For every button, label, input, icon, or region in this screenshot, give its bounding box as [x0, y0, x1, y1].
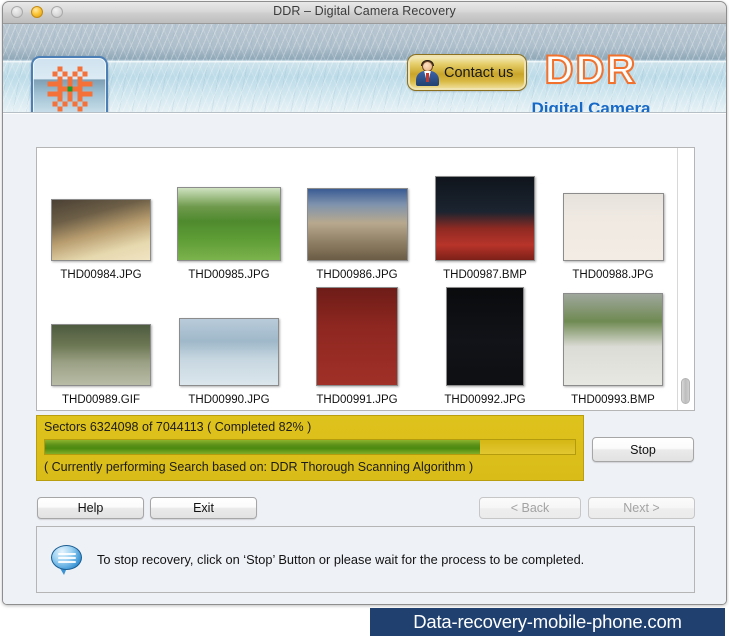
- thumbnail-image[interactable]: [179, 318, 279, 386]
- help-button[interactable]: Help: [37, 497, 144, 519]
- thumbnail-item[interactable]: THD00988.JPG: [549, 156, 677, 281]
- info-message: To stop recovery, click on ‘Stop’ Button…: [97, 552, 585, 567]
- thumbnail-item[interactable]: THD00992.JPG: [421, 281, 549, 406]
- scrollbar-thumb[interactable]: [681, 378, 690, 404]
- watermark-text: Data-recovery-mobile-phone.com: [413, 611, 682, 632]
- exit-button[interactable]: Exit: [150, 497, 257, 519]
- vertical-scrollbar[interactable]: [677, 148, 694, 410]
- thumbnail-item[interactable]: THD00985.JPG: [165, 156, 293, 281]
- ddr-app-icon: [31, 56, 108, 112]
- main-content: THD00984.JPG THD00985.JPG THD00986.JPG THD0…: [3, 113, 726, 604]
- speech-bubble-icon: [51, 544, 84, 575]
- thumbnail-filename: THD00988.JPG: [572, 269, 654, 281]
- thumbnail-filename: THD00984.JPG: [60, 269, 142, 281]
- thumbnail-filename: THD00992.JPG: [444, 394, 526, 406]
- app-window: DDR – Digital Camera Recovery Contact us…: [2, 1, 727, 605]
- thumbnail-item[interactable]: THD00989.GIF: [37, 281, 165, 406]
- thumbnail-image[interactable]: [51, 199, 151, 261]
- thumbnail-image[interactable]: [446, 287, 524, 386]
- thumbnail-image[interactable]: [306, 188, 408, 261]
- progress-panel: Sectors 6324098 of 7044113 ( Completed 8…: [36, 415, 584, 481]
- thumbnail-image[interactable]: [563, 293, 663, 386]
- thumbnail-row: THD00984.JPG THD00985.JPG THD00986.JPG THD0…: [37, 156, 677, 281]
- info-panel: To stop recovery, click on ‘Stop’ Button…: [36, 526, 695, 593]
- thumbnail-filename: THD00985.JPG: [188, 269, 270, 281]
- site-watermark: Data-recovery-mobile-phone.com: [370, 608, 725, 636]
- window-title: DDR – Digital Camera Recovery: [273, 4, 456, 18]
- thumbnail-image[interactable]: [562, 193, 664, 261]
- thumbnail-filename: THD00989.GIF: [62, 394, 140, 406]
- thumbnail-filename: THD00987.BMP: [443, 269, 527, 281]
- brand-subtitle: Digital Camera: [531, 99, 651, 113]
- thumbnail-item[interactable]: THD00993.BMP: [549, 281, 677, 406]
- app-icon-pattern: [47, 66, 92, 111]
- brand-logo: DDR Digital Camera: [506, 48, 676, 113]
- thumbnail-filename: THD00993.BMP: [571, 394, 655, 406]
- next-button[interactable]: Next >: [588, 497, 695, 519]
- brand-title: DDR: [544, 48, 638, 92]
- progress-bar-fill: [45, 440, 480, 454]
- thumbnail-item[interactable]: THD00986.JPG: [293, 156, 421, 281]
- thumbnail-panel: THD00984.JPG THD00985.JPG THD00986.JPG THD0…: [36, 147, 695, 411]
- contact-us-label: Contact us: [444, 64, 514, 81]
- back-button[interactable]: < Back: [479, 497, 581, 519]
- stop-button[interactable]: Stop: [592, 437, 694, 462]
- title-bar: DDR – Digital Camera Recovery: [3, 2, 726, 24]
- thumbnail-item[interactable]: THD00987.BMP: [421, 156, 549, 281]
- thumbnail-item[interactable]: THD00984.JPG: [37, 156, 165, 281]
- thumbnail-filename: THD00990.JPG: [188, 394, 270, 406]
- thumbnail-image[interactable]: [316, 287, 398, 386]
- header-banner: Contact us DDR Digital Camera: [3, 24, 726, 113]
- progress-bar: [44, 439, 576, 455]
- thumbnail-scroll-area: THD00984.JPG THD00985.JPG THD00986.JPG THD0…: [37, 148, 677, 410]
- progress-activity-text: ( Currently performing Search based on: …: [44, 460, 474, 474]
- thumbnail-image[interactable]: [435, 176, 535, 261]
- thumbnail-row: THD00989.GIF THD00990.JPG THD00991.JPG THD0…: [37, 281, 677, 406]
- progress-status-text: Sectors 6324098 of 7044113 ( Completed 8…: [44, 420, 312, 434]
- thumbnail-filename: THD00991.JPG: [316, 394, 398, 406]
- thumbnail-image[interactable]: [177, 187, 281, 261]
- thumbnail-image[interactable]: [51, 324, 151, 386]
- person-icon: [415, 59, 440, 86]
- thumbnail-item[interactable]: THD00990.JPG: [165, 281, 293, 406]
- thumbnail-filename: THD00986.JPG: [316, 269, 398, 281]
- thumbnail-item[interactable]: THD00991.JPG: [293, 281, 421, 406]
